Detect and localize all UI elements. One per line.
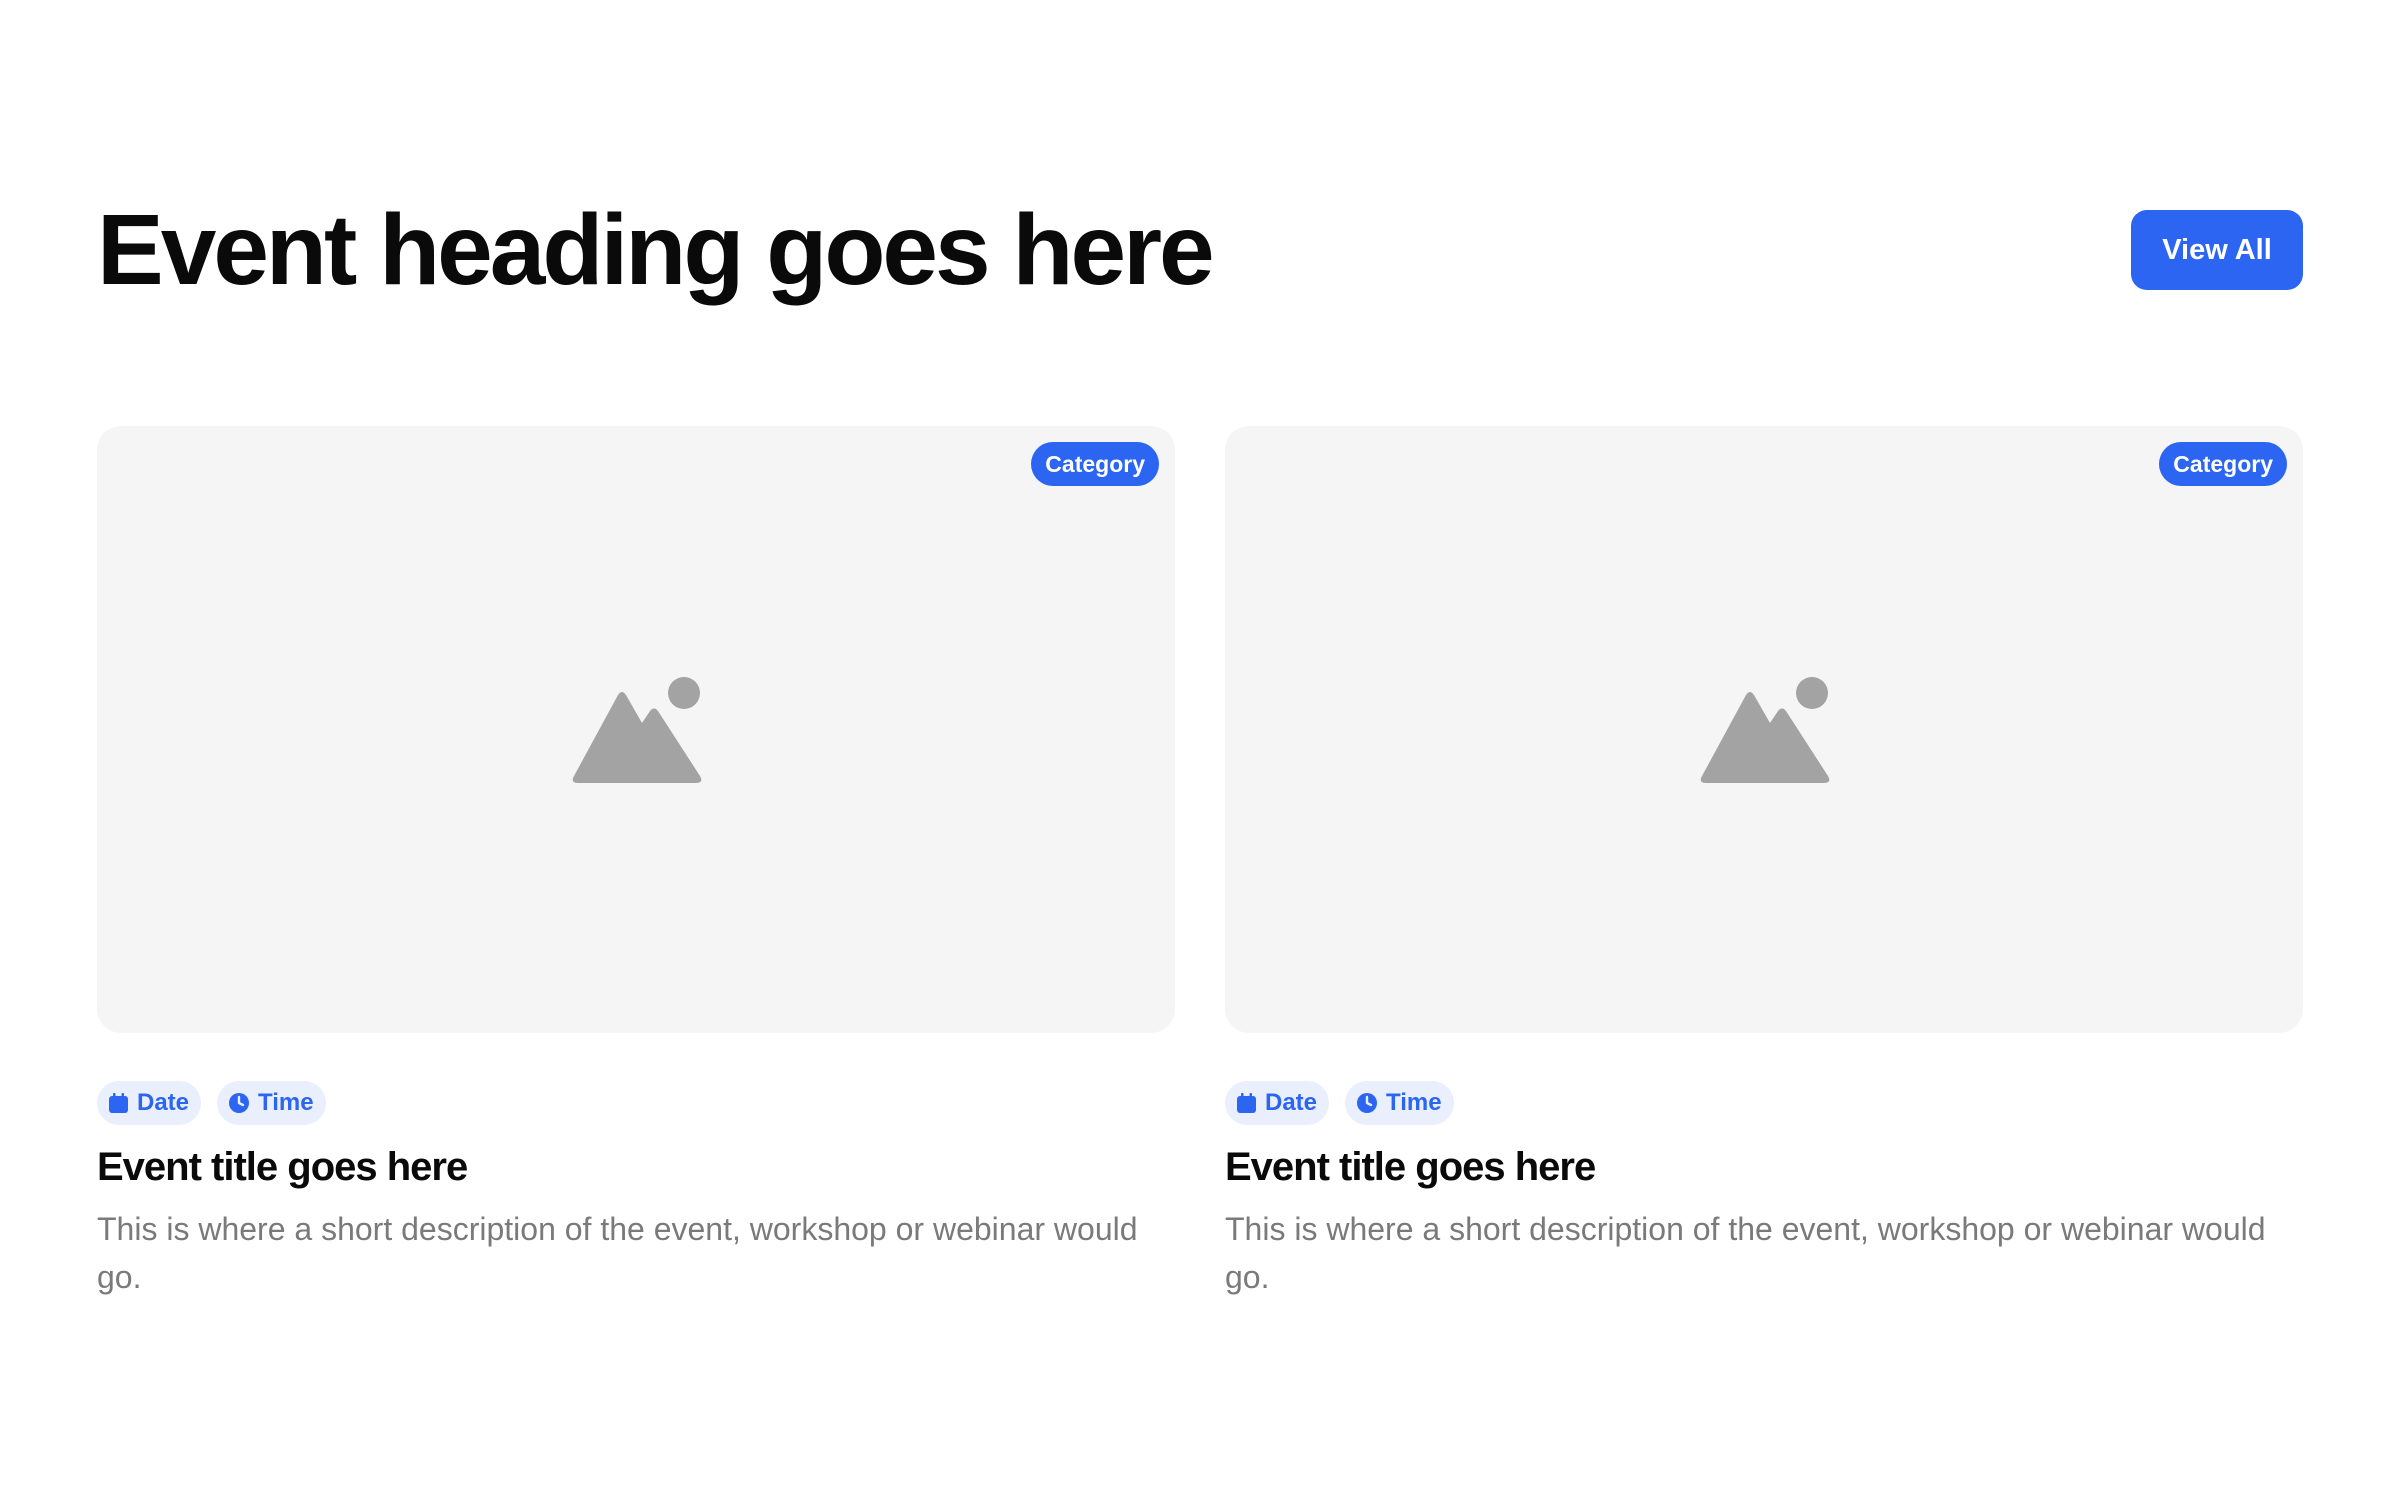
event-title[interactable]: Event title goes here	[1225, 1143, 2303, 1191]
category-badge[interactable]: Category	[2159, 442, 2287, 486]
clock-icon	[229, 1093, 250, 1113]
event-description: This is where a short description of the…	[97, 1211, 1138, 1295]
event-meta: Date Time	[1225, 1081, 2303, 1125]
event-description: This is where a short description of the…	[1225, 1211, 2266, 1295]
event-card[interactable]: Category Date Time Event title goes here…	[1225, 426, 2303, 1301]
event-card[interactable]: Category Date Time Event title goes here…	[97, 426, 1175, 1301]
time-tag: Time	[217, 1081, 326, 1125]
date-tag: Date	[97, 1081, 202, 1125]
time-tag: Time	[1345, 1081, 1454, 1125]
event-image[interactable]: Category	[97, 426, 1175, 1033]
event-meta: Date Time	[97, 1081, 1175, 1125]
category-badge[interactable]: Category	[1031, 442, 1159, 486]
view-all-button[interactable]: View All	[2131, 210, 2303, 290]
event-card-list: Category Date Time Event title goes here…	[97, 426, 2303, 1301]
events-section: Event heading goes here View All Categor…	[0, 0, 2400, 1497]
page-title: Event heading goes here	[97, 194, 1215, 306]
calendar-icon	[1237, 1093, 1256, 1113]
event-image[interactable]: Category	[1225, 426, 2303, 1033]
section-header: Event heading goes here View All	[97, 180, 2303, 320]
clock-icon	[1357, 1093, 1378, 1113]
image-placeholder-icon	[572, 676, 702, 783]
time-label: Time	[1386, 1089, 1442, 1116]
time-label: Time	[258, 1089, 314, 1116]
event-title[interactable]: Event title goes here	[97, 1143, 1175, 1191]
date-label: Date	[137, 1089, 190, 1116]
date-tag: Date	[1225, 1081, 1330, 1125]
image-placeholder-icon	[1700, 676, 1830, 783]
date-label: Date	[1265, 1089, 1318, 1116]
calendar-icon	[109, 1093, 128, 1113]
